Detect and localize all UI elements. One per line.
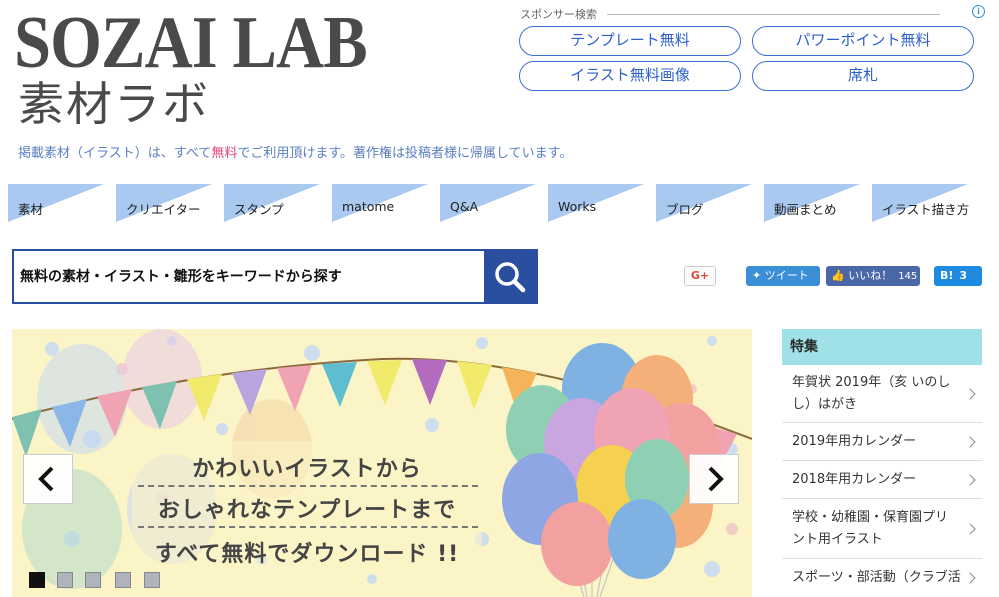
sponsor-button-illustration[interactable]: イラスト無料画像 bbox=[519, 61, 741, 91]
feature-item-label: 年賀状 2019年（亥 いのしし）はがき bbox=[792, 375, 951, 412]
search-input[interactable] bbox=[14, 251, 484, 302]
info-icon[interactable]: i bbox=[972, 5, 985, 18]
hatena-bookmark-button[interactable]: B! 3 bbox=[934, 266, 982, 286]
slide-headline-1: かわいいイラストから bbox=[192, 457, 422, 482]
slider-dot[interactable] bbox=[115, 572, 131, 588]
chevron-right-icon bbox=[964, 435, 976, 448]
nav-label: イラスト描き方 bbox=[882, 202, 970, 217]
nav-item-stamp[interactable]: スタンプ bbox=[224, 184, 320, 222]
facebook-like-button[interactable]: 👍 いいね！ 145 bbox=[826, 266, 920, 286]
nav-label: Works bbox=[558, 199, 597, 214]
chevron-right-icon bbox=[708, 466, 724, 492]
sponsor-search-label: スポンサー検索 bbox=[520, 8, 597, 21]
slider-dot[interactable] bbox=[144, 572, 160, 588]
divider bbox=[138, 526, 478, 528]
sponsor-search-heading: スポンサー検索 bbox=[520, 6, 940, 22]
nav-label: 素材 bbox=[18, 202, 44, 217]
slider-next-button[interactable] bbox=[689, 454, 739, 504]
sponsor-button-template[interactable]: テンプレート無料 bbox=[519, 26, 741, 56]
nav-label: クリエイター bbox=[126, 202, 201, 217]
nav-item-works[interactable]: Works bbox=[548, 184, 644, 222]
hero-slider[interactable]: かわいいイラストから おしゃれなテンプレートまで すべて無料でダウンロード !! bbox=[12, 329, 752, 597]
tagline-free-word: 無料 bbox=[211, 146, 238, 161]
feature-item-nengajo[interactable]: 年賀状 2019年（亥 いのしし）はがき bbox=[782, 366, 982, 423]
feature-item-label: スポーツ・部活動（クラブ活 bbox=[792, 570, 961, 585]
feature-item-sports[interactable]: スポーツ・部活動（クラブ活 bbox=[782, 559, 982, 597]
nav-label: Q&A bbox=[450, 199, 479, 214]
nav-item-blog[interactable]: ブログ bbox=[656, 184, 752, 222]
search-icon bbox=[495, 262, 526, 293]
slide-headline-3: すべて無料でダウンロード !! bbox=[154, 542, 460, 567]
site-logo[interactable]: SOZAI LAB bbox=[14, 4, 368, 82]
nav-label: 動画まとめ bbox=[774, 202, 837, 217]
slider-dot[interactable] bbox=[57, 572, 73, 588]
feature-item-label: 2019年用カレンダー bbox=[792, 434, 917, 449]
slider-dot[interactable] bbox=[85, 572, 101, 588]
nav-label: ブログ bbox=[666, 202, 704, 217]
feature-item-label: 2018年用カレンダー bbox=[792, 472, 917, 487]
sponsor-button-seat-card[interactable]: 席札 bbox=[752, 61, 974, 91]
nav-label: スタンプ bbox=[234, 202, 284, 217]
tagline-text-rest: でご利用頂けます。著作権は投稿者様に帰属しています。 bbox=[237, 146, 573, 161]
chevron-right-icon bbox=[964, 473, 976, 486]
nav-label: matome bbox=[342, 199, 395, 214]
twitter-bird-icon: ✦ bbox=[752, 269, 765, 282]
divider bbox=[607, 13, 940, 15]
search-button[interactable] bbox=[484, 251, 536, 302]
tweet-button[interactable]: ✦ ツイート bbox=[746, 266, 820, 286]
chevron-right-icon bbox=[964, 388, 976, 400]
sponsor-button-powerpoint[interactable]: パワーポイント無料 bbox=[752, 26, 974, 56]
site-logo-jp[interactable]: 素材ラボ bbox=[18, 76, 210, 132]
slider-dot[interactable] bbox=[29, 572, 45, 588]
site-tagline: 掲載素材（イラスト）は、すべて無料でご利用頂けます。著作権は投稿者様に帰属してい… bbox=[18, 142, 572, 161]
tweet-label: ツイート bbox=[764, 269, 809, 282]
chevron-right-icon bbox=[964, 522, 976, 535]
tagline-text: 掲載素材（イラスト）は、すべて bbox=[18, 146, 212, 161]
nav-item-creator[interactable]: クリエイター bbox=[116, 184, 212, 222]
slider-prev-button[interactable] bbox=[23, 454, 73, 504]
feature-section-title: 特集 bbox=[782, 329, 982, 365]
chevron-left-icon bbox=[38, 466, 54, 492]
thumbs-up-icon: 👍 bbox=[831, 269, 849, 282]
like-count: 145 bbox=[898, 271, 918, 282]
nav-item-video[interactable]: 動画まとめ bbox=[764, 184, 860, 222]
divider bbox=[138, 485, 478, 487]
nav-item-howto[interactable]: イラスト描き方 bbox=[872, 184, 970, 222]
nav-item-sozai[interactable]: 素材 bbox=[8, 184, 104, 222]
feature-item-school-print[interactable]: 学校・幼稚園・保育園プリント用イラスト bbox=[782, 499, 982, 559]
google-plus-button[interactable]: G+ bbox=[684, 266, 716, 286]
feature-item-calendar-2018[interactable]: 2018年用カレンダー bbox=[782, 461, 982, 499]
chevron-right-icon bbox=[964, 572, 976, 584]
feature-item-calendar-2019[interactable]: 2019年用カレンダー bbox=[782, 423, 982, 461]
search-bar bbox=[12, 249, 538, 304]
hatena-label: B! bbox=[940, 269, 954, 282]
slide-headline-2: おしゃれなテンプレートまで bbox=[157, 498, 457, 523]
nav-item-matome[interactable]: matome bbox=[332, 184, 428, 222]
feature-item-label: 学校・幼稚園・保育園プリント用イラスト bbox=[792, 510, 949, 547]
nav-item-qa[interactable]: Q&A bbox=[440, 184, 536, 222]
hatena-count: 3 bbox=[959, 269, 968, 282]
like-label: いいね！ bbox=[848, 269, 893, 282]
